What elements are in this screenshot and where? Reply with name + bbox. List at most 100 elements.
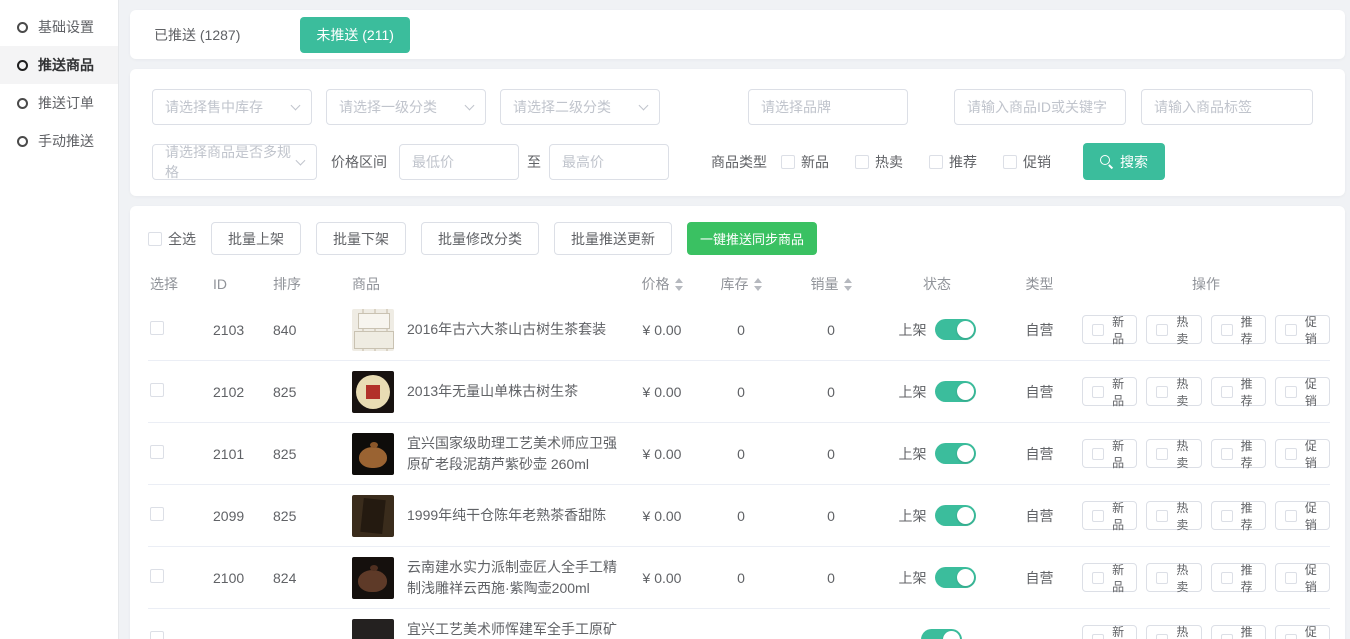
sidebar-item-push-orders[interactable]: 推送订单 — [0, 84, 118, 122]
product-title[interactable]: 宜兴国家级助理工艺美术师应卫强原矿老段泥葫芦紫砂壶 260ml — [407, 433, 627, 474]
row-checkbox[interactable] — [150, 321, 164, 335]
row-tag-new-button[interactable]: 新品 — [1082, 625, 1137, 639]
product-title[interactable]: 2013年无量山单株古树生茶 — [407, 381, 627, 401]
row-tag-hot-button[interactable]: 热卖 — [1146, 377, 1201, 406]
multi-spec-select[interactable]: 请选择商品是否多规格 — [152, 144, 317, 180]
row-tag-promo-button[interactable]: 促销 — [1275, 439, 1330, 468]
status-toggle[interactable] — [935, 505, 976, 526]
row-price: ¥ 0.00 — [627, 570, 697, 586]
row-tag-hot-button[interactable]: 热卖 — [1146, 315, 1201, 344]
search-button-label: 搜索 — [1120, 152, 1148, 172]
row-tag-promo-button[interactable]: 促销 — [1275, 625, 1330, 639]
header-sales[interactable]: 销量 — [785, 274, 877, 294]
tag-input[interactable]: 请输入商品标签 — [1141, 89, 1313, 125]
select-all-label: 全选 — [168, 229, 196, 249]
checkbox-icon — [1285, 324, 1297, 336]
row-tag-recommend-button[interactable]: 推荐 — [1211, 315, 1266, 344]
brand-input[interactable]: 请选择品牌 — [748, 89, 908, 125]
type-checkbox-hot[interactable]: 热卖 — [855, 152, 903, 172]
row-sales: 0 — [785, 322, 877, 338]
row-tag-promo-button[interactable]: 促销 — [1275, 501, 1330, 530]
row-tag-recommend-button[interactable]: 推荐 — [1211, 377, 1266, 406]
row-tag-recommend-button[interactable]: 推荐 — [1211, 439, 1266, 468]
header-price[interactable]: 价格 — [627, 274, 697, 294]
type-checkbox-promo[interactable]: 促销 — [1003, 152, 1051, 172]
row-tag-hot-button[interactable]: 热卖 — [1146, 563, 1201, 592]
category2-select[interactable]: 请选择二级分类 — [500, 89, 660, 125]
status-toggle[interactable] — [935, 381, 976, 402]
row-tag-new-button[interactable]: 新品 — [1082, 315, 1137, 344]
min-price-input[interactable]: 最低价 — [399, 144, 519, 180]
product-title[interactable]: 宜兴工艺美术师恽建军全手工原矿底 — [407, 619, 627, 639]
row-tag-new-button[interactable]: 新品 — [1082, 563, 1137, 592]
max-price-input[interactable]: 最高价 — [549, 144, 669, 180]
row-type: 自营 — [997, 382, 1082, 402]
sort-carets[interactable] — [675, 278, 683, 291]
batch-list-button[interactable]: 批量上架 — [211, 222, 301, 255]
search-button[interactable]: 搜索 — [1083, 143, 1165, 180]
status-toggle[interactable] — [935, 567, 976, 588]
row-tag-new-button[interactable]: 新品 — [1082, 501, 1137, 530]
input-placeholder: 最高价 — [562, 152, 604, 172]
row-checkbox[interactable] — [150, 445, 164, 459]
keyword-input[interactable]: 请输入商品ID或关键字 — [954, 89, 1126, 125]
row-checkbox[interactable] — [150, 507, 164, 521]
row-tag-new-button[interactable]: 新品 — [1082, 377, 1137, 406]
sort-carets[interactable] — [754, 278, 762, 291]
row-id: 2101 — [203, 446, 265, 462]
row-checkbox[interactable] — [150, 569, 164, 583]
status-label: 上架 — [899, 382, 927, 402]
row-tag-recommend-button[interactable]: 推荐 — [1211, 563, 1266, 592]
row-tag-hot-button[interactable]: 热卖 — [1146, 625, 1201, 639]
tag-label: 热卖 — [1173, 561, 1191, 595]
row-tag-hot-button[interactable]: 热卖 — [1146, 439, 1201, 468]
sidebar-item-manual-push[interactable]: 手动推送 — [0, 122, 118, 160]
circle-icon — [17, 22, 28, 33]
tab-unpushed[interactable]: 未推送 (211) — [300, 17, 410, 53]
batch-delist-button[interactable]: 批量下架 — [316, 222, 406, 255]
row-tag-recommend-button[interactable]: 推荐 — [1211, 625, 1266, 639]
row-sort: 825 — [265, 508, 327, 524]
select-all-checkbox[interactable]: 全选 — [148, 229, 196, 249]
row-checkbox[interactable] — [150, 631, 164, 639]
table-body: 2103 840 2016年古六大茶山古树生茶套装 ¥ 0.00 0 0 上架 … — [148, 299, 1330, 639]
main-content: 已推送 (1287) 未推送 (211) 请选择售中库存 请选择一级分类 请选择… — [130, 0, 1345, 639]
product-title[interactable]: 2016年古六大茶山古树生茶套装 — [407, 319, 627, 339]
table-row: 2102 825 2013年无量山单株古树生茶 ¥ 0.00 0 0 上架 自营… — [148, 361, 1330, 423]
category1-select[interactable]: 请选择一级分类 — [326, 89, 486, 125]
table-panel: 全选 批量上架 批量下架 批量修改分类 批量推送更新 一键推送同步商品 选择 I… — [130, 206, 1345, 639]
caret-up-icon — [675, 278, 683, 283]
batch-edit-category-button[interactable]: 批量修改分类 — [421, 222, 539, 255]
header-status: 状态 — [877, 274, 997, 294]
stock-select[interactable]: 请选择售中库存 — [152, 89, 312, 125]
type-checkbox-new[interactable]: 新品 — [781, 152, 829, 172]
status-toggle[interactable] — [921, 629, 962, 639]
tag-label: 促销 — [1302, 437, 1320, 471]
caret-down-icon — [754, 286, 762, 291]
checkbox-icon — [1156, 510, 1168, 522]
tag-label: 热卖 — [1173, 499, 1191, 533]
product-title[interactable]: 云南建水实力派制壶匠人全手工精制浅雕祥云西施·紫陶壶200ml — [407, 557, 627, 598]
product-title[interactable]: 1999年纯干仓陈年老熟茶香甜陈 — [407, 505, 627, 525]
checkbox-icon — [1221, 324, 1233, 336]
row-tag-promo-button[interactable]: 促销 — [1275, 563, 1330, 592]
status-toggle[interactable] — [935, 443, 976, 464]
row-tag-recommend-button[interactable]: 推荐 — [1211, 501, 1266, 530]
tag-label: 推荐 — [1238, 313, 1256, 347]
sidebar-item-basic-settings[interactable]: 基础设置 — [0, 8, 118, 46]
row-tag-promo-button[interactable]: 促销 — [1275, 315, 1330, 344]
header-stock[interactable]: 库存 — [697, 274, 785, 294]
row-checkbox[interactable] — [150, 383, 164, 397]
status-toggle[interactable] — [935, 319, 976, 340]
batch-push-update-button[interactable]: 批量推送更新 — [554, 222, 672, 255]
row-tag-promo-button[interactable]: 促销 — [1275, 377, 1330, 406]
tab-pushed[interactable]: 已推送 (1287) — [154, 25, 240, 45]
sidebar-item-push-products[interactable]: 推送商品 — [0, 46, 118, 84]
push-sync-products-button[interactable]: 一键推送同步商品 — [687, 222, 817, 255]
input-placeholder: 最低价 — [412, 152, 454, 172]
row-tag-hot-button[interactable]: 热卖 — [1146, 501, 1201, 530]
sidebar-item-label: 手动推送 — [38, 131, 94, 151]
type-checkbox-recommend[interactable]: 推荐 — [929, 152, 977, 172]
row-tag-new-button[interactable]: 新品 — [1082, 439, 1137, 468]
sort-carets[interactable] — [844, 278, 852, 291]
